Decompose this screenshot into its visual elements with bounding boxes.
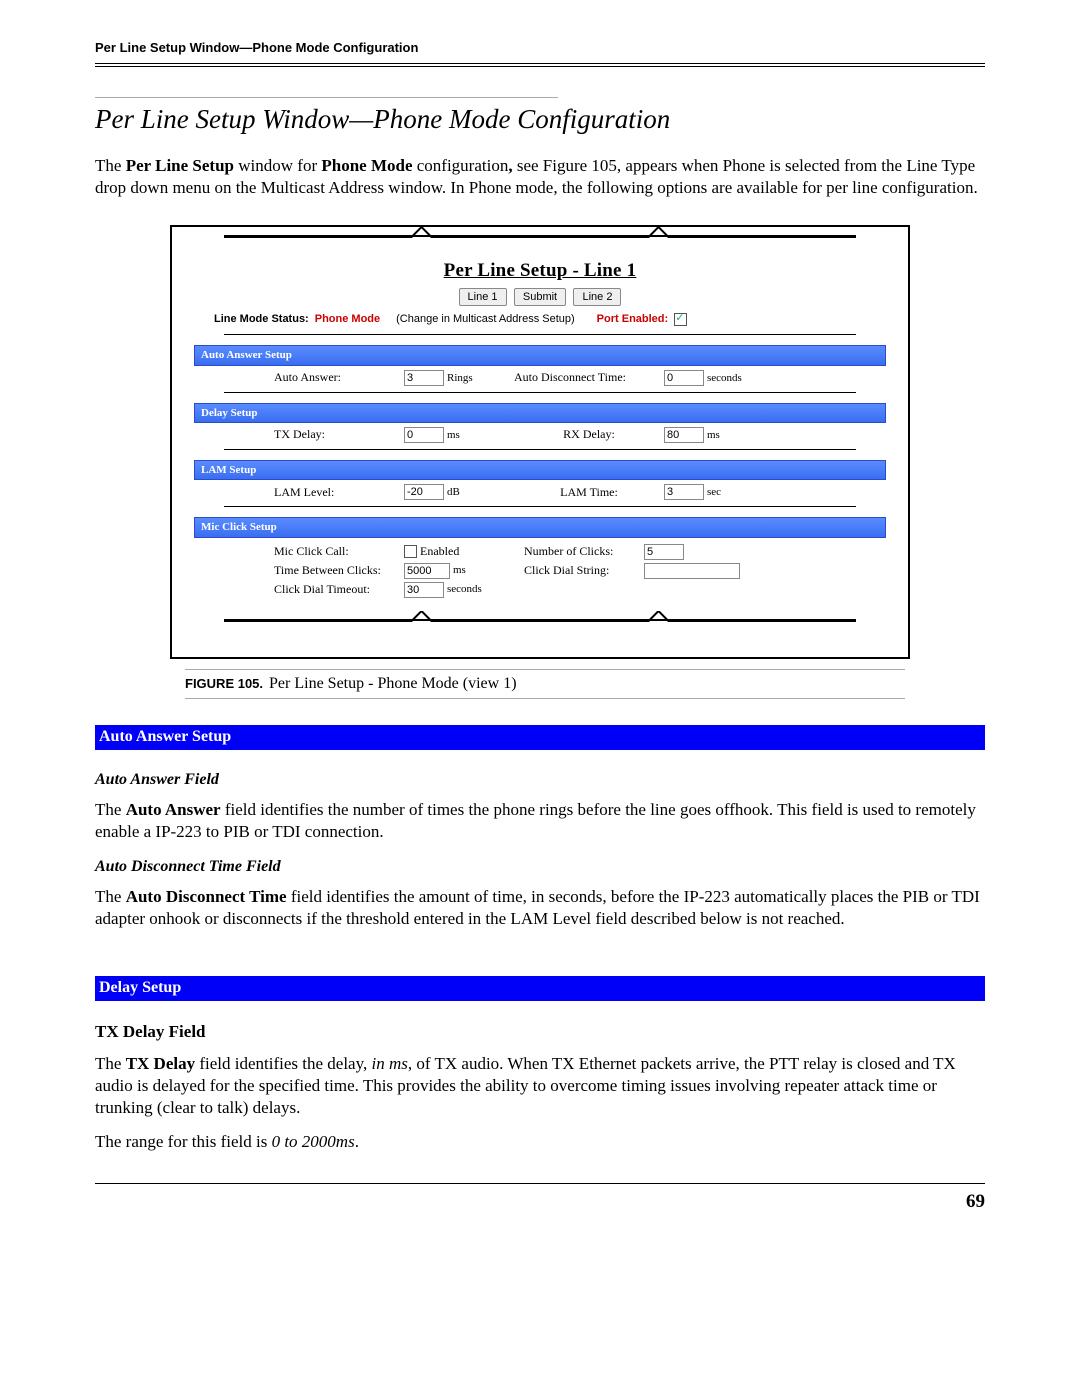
per-line-setup-panel: Per Line Setup - Line 1 Line 1 Submit Li… xyxy=(180,235,900,654)
section-rule xyxy=(95,97,558,98)
divider xyxy=(224,334,856,335)
auto-answer-label: Auto Answer: xyxy=(274,370,404,386)
mic-click-block: Mic Click Call: Enabled Number of Clicks… xyxy=(194,538,886,605)
line-mode-status-note: (Change in Multicast Address Setup) xyxy=(396,312,575,326)
click-dial-timeout-label: Click Dial Timeout: xyxy=(274,582,404,598)
lam-time-unit: sec xyxy=(707,485,721,499)
figure-label: FIGURE 105. xyxy=(185,676,263,693)
delay-setup-bar: Delay Setup xyxy=(194,403,886,423)
auto-answer-unit: Rings xyxy=(447,371,473,385)
header-rule-2 xyxy=(95,66,985,67)
auto-disconnect-time-paragraph: The Auto Disconnect Time field identifie… xyxy=(95,886,985,930)
mic-click-setup-bar: Mic Click Setup xyxy=(194,517,886,537)
footer-rule xyxy=(95,1183,985,1184)
auto-answer-input[interactable] xyxy=(404,370,444,386)
auto-answer-field-paragraph: The Auto Answer field identifies the num… xyxy=(95,799,985,843)
number-of-clicks-label: Number of Clicks: xyxy=(524,544,644,560)
page-title: Per Line Setup Window—Phone Mode Configu… xyxy=(95,102,985,137)
tx-delay-label: TX Delay: xyxy=(274,427,404,443)
line1-button[interactable]: Line 1 xyxy=(459,288,507,306)
time-between-clicks-input[interactable] xyxy=(404,563,450,579)
tx-delay-range-paragraph: The range for this field is 0 to 2000ms. xyxy=(95,1131,985,1153)
auto-disconnect-time-input[interactable] xyxy=(664,370,704,386)
divider xyxy=(224,506,856,507)
port-enabled-label: Port Enabled: xyxy=(597,312,669,326)
delay-setup-heading: Delay Setup xyxy=(95,976,985,1001)
line-mode-status-row: Line Mode Status: Phone Mode (Change in … xyxy=(194,312,886,326)
click-dial-timeout-unit: seconds xyxy=(447,582,482,596)
page-number: 69 xyxy=(95,1190,985,1215)
auto-disconnect-time-field-heading: Auto Disconnect Time Field xyxy=(95,857,985,878)
click-dial-timeout-input[interactable] xyxy=(404,582,444,598)
tx-delay-field-heading: TX Delay Field xyxy=(95,1021,985,1043)
click-dial-string-input[interactable] xyxy=(644,563,740,579)
auto-answer-setup-heading: Auto Answer Setup xyxy=(95,725,985,750)
lam-setup-bar: LAM Setup xyxy=(194,460,886,480)
time-between-clicks-label: Time Between Clicks: xyxy=(274,563,404,579)
auto-disconnect-time-label: Auto Disconnect Time: xyxy=(514,370,664,386)
lam-level-unit: dB xyxy=(447,485,460,499)
lam-time-label: LAM Time: xyxy=(514,485,664,501)
time-between-clicks-unit: ms xyxy=(453,563,466,577)
torn-edge-top xyxy=(224,235,856,255)
divider xyxy=(224,449,856,450)
number-of-clicks-input[interactable] xyxy=(644,544,684,560)
rx-delay-unit: ms xyxy=(707,428,720,442)
auto-answer-field-heading: Auto Answer Field xyxy=(95,770,985,791)
submit-button[interactable]: Submit xyxy=(514,288,566,306)
auto-disconnect-time-unit: seconds xyxy=(707,371,742,385)
lam-level-label: LAM Level: xyxy=(274,485,404,501)
port-enabled-checkbox[interactable] xyxy=(674,313,687,326)
lam-row: LAM Level: dB LAM Time: sec xyxy=(194,480,886,504)
panel-title: Per Line Setup - Line 1 xyxy=(444,260,637,281)
delay-row: TX Delay: ms RX Delay: ms xyxy=(194,423,886,447)
lam-level-input[interactable] xyxy=(404,484,444,500)
auto-answer-row: Auto Answer: Rings Auto Disconnect Time:… xyxy=(194,366,886,390)
rx-delay-label: RX Delay: xyxy=(514,427,664,443)
line2-button[interactable]: Line 2 xyxy=(573,288,621,306)
header-rule-1 xyxy=(95,63,985,64)
mic-click-call-checkbox[interactable] xyxy=(404,545,417,558)
torn-edge-bottom xyxy=(224,619,856,639)
intro-paragraph: The Per Line Setup window for Phone Mode… xyxy=(95,155,985,199)
figure-caption: FIGURE 105. Per Line Setup - Phone Mode … xyxy=(185,669,905,700)
tx-delay-input[interactable] xyxy=(404,427,444,443)
rx-delay-input[interactable] xyxy=(664,427,704,443)
lam-time-input[interactable] xyxy=(664,484,704,500)
tx-delay-unit: ms xyxy=(447,428,460,442)
line-mode-status-value: Phone Mode xyxy=(315,312,380,326)
figure-caption-text: Per Line Setup - Phone Mode (view 1) xyxy=(269,674,517,695)
auto-answer-setup-bar: Auto Answer Setup xyxy=(194,345,886,365)
mic-click-call-enabled-text: Enabled xyxy=(420,544,459,560)
line-mode-status-label: Line Mode Status: xyxy=(214,312,309,326)
click-dial-string-label: Click Dial String: xyxy=(524,563,644,579)
divider xyxy=(224,392,856,393)
panel-heading: Per Line Setup - Line 1 Line 1 Submit Li… xyxy=(194,259,886,306)
figure-105: Per Line Setup - Line 1 Line 1 Submit Li… xyxy=(170,225,910,658)
tx-delay-paragraph: The TX Delay field identifies the delay,… xyxy=(95,1053,985,1119)
running-head: Per Line Setup Window—Phone Mode Configu… xyxy=(95,40,985,57)
mic-click-call-label: Mic Click Call: xyxy=(274,544,404,560)
